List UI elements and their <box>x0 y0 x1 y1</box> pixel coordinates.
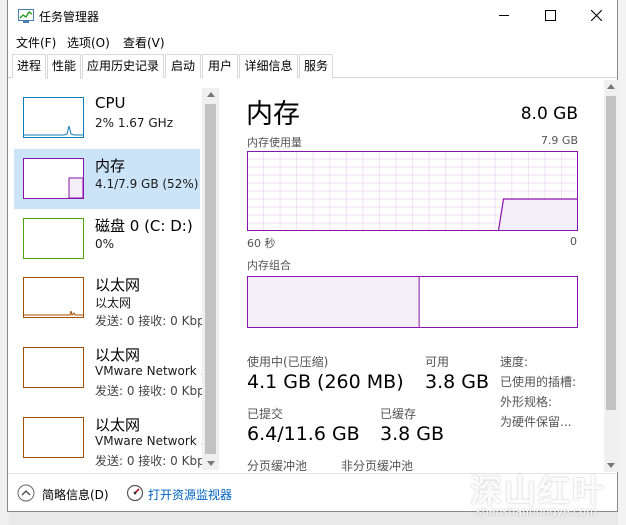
resource-monitor-icon <box>126 484 144 505</box>
cached-value: 3.8 GB <box>380 423 445 445</box>
disk-thumbnail-graph <box>23 218 84 259</box>
memory-composition-chart <box>247 276 578 328</box>
scroll-down-icon[interactable] <box>607 463 615 468</box>
tab-app-history[interactable]: 应用历史记录 <box>82 54 164 78</box>
sidebar-item-ethernet[interactable]: 以太网 以太网 发送: 0 接收: 0 Kbp <box>14 268 204 338</box>
composition-label: 内存组合 <box>247 259 291 272</box>
brief-chevron-icon[interactable] <box>17 484 35 505</box>
sidebar-item-cpu[interactable]: CPU 2% 1.67 GHz <box>14 88 200 148</box>
sidebar-item-name: CPU <box>95 94 126 112</box>
sidebar-item-detail: 2% 1.67 GHz <box>95 116 174 130</box>
minimize-button[interactable] <box>481 0 527 31</box>
ethernet-thumbnail-graph <box>23 277 84 318</box>
maximize-icon <box>544 10 556 21</box>
scroll-down-icon[interactable] <box>207 461 215 466</box>
sidebar-item-detail: VMware Network . <box>95 364 204 378</box>
menu-view[interactable]: 查看(V) <box>123 34 165 51</box>
sidebar-item-ethernet-vmware-1[interactable]: 以太网 VMware Network . 发送: 0 接收: 0 Kbp <box>14 338 204 408</box>
tab-bar: 进程 性能 应用历史记录 启动 用户 详细信息 服务 <box>8 54 617 79</box>
sidebar-scrollbar[interactable] <box>202 88 219 470</box>
maximize-button[interactable] <box>527 0 573 31</box>
tab-startup[interactable]: 启动 <box>165 54 201 78</box>
background-app-edge-right <box>618 0 626 525</box>
minimize-icon <box>498 15 509 16</box>
usage-graph-max: 7.9 GB <box>540 134 578 147</box>
sidebar-item-throughput: 发送: 0 接收: 0 Kbp <box>95 314 204 328</box>
sidebar-scroll-thumb[interactable] <box>205 104 216 454</box>
sidebar-item-name: 以太网 <box>95 276 141 294</box>
sidebar-item-name: 以太网 <box>95 346 141 364</box>
close-button[interactable] <box>573 0 619 31</box>
menu-bar: 文件(F) 选项(O) 查看(V) <box>8 31 617 51</box>
task-manager-app-icon <box>18 8 34 23</box>
graph-axis-left: 60 秒 <box>247 237 276 250</box>
memory-thumbnail-graph <box>23 158 84 199</box>
committed-value: 6.4/11.6 GB <box>247 423 360 445</box>
speed-label: 速度: <box>500 355 529 369</box>
main-scrollbar[interactable] <box>604 80 618 472</box>
committed-label: 已提交 <box>247 407 284 421</box>
scroll-up-icon[interactable] <box>207 92 215 97</box>
sidebar-item-name: 内存 <box>95 157 126 175</box>
sidebar-item-disk[interactable]: 磁盘 0 (C: D:) 0% <box>14 209 200 269</box>
sidebar-item-name: 以太网 <box>95 416 141 434</box>
sidebar-item-throughput: 发送: 0 接收: 0 Kbp <box>95 454 204 468</box>
paged-pool-label: 分页缓冲池 <box>247 459 308 473</box>
memory-total: 8.0 GB <box>520 104 578 124</box>
tab-details[interactable]: 详细信息 <box>239 54 298 78</box>
in-use-value: 4.1 GB (260 MB) <box>247 371 404 393</box>
brief-info-button[interactable]: 简略信息(D) <box>42 486 109 503</box>
sidebar-item-detail: 以太网 <box>95 296 132 310</box>
sidebar-item-detail: VMware Network . <box>95 434 204 448</box>
form-factor-label: 外形规格: <box>500 395 553 409</box>
memory-composition-bar <box>247 276 578 328</box>
menu-file[interactable]: 文件(F) <box>16 34 56 51</box>
task-manager-window: 任务管理器 文件(F) 选项(O) 查看(V) 进程 性能 应用历史记录 启动 … <box>7 0 618 512</box>
tab-services[interactable]: 服务 <box>299 54 333 78</box>
ethernet-thumbnail-graph <box>23 417 84 458</box>
in-use-label: 使用中(已压缩) <box>247 355 329 369</box>
menu-options[interactable]: 选项(O) <box>67 34 110 51</box>
tab-processes[interactable]: 进程 <box>12 54 46 78</box>
title-bar[interactable]: 任务管理器 <box>8 0 617 31</box>
performance-sidebar: CPU 2% 1.67 GHz 内存 4.1/7.9 GB (52%) 磁盘 0… <box>12 88 204 470</box>
graph-axis-right: 0 <box>570 235 577 248</box>
tab-performance[interactable]: 性能 <box>47 54 81 79</box>
memory-usage-graph <box>247 151 578 231</box>
sidebar-item-name: 磁盘 0 (C: D:) <box>95 217 193 235</box>
nonpaged-pool-label: 非分页缓冲池 <box>341 459 414 473</box>
scroll-up-icon[interactable] <box>607 84 615 89</box>
sidebar-item-memory[interactable]: 内存 4.1/7.9 GB (52%) <box>14 149 200 209</box>
open-resource-monitor-link[interactable]: 打开资源监视器 <box>148 486 232 503</box>
available-value: 3.8 GB <box>425 371 490 393</box>
composition-in-use <box>247 276 420 328</box>
page-title: 内存 <box>246 99 300 130</box>
sidebar-item-detail: 0% <box>95 237 115 251</box>
memory-usage-chart <box>247 151 578 231</box>
ethernet-thumbnail-graph <box>23 347 84 388</box>
usage-area <box>498 198 577 230</box>
slots-used-label: 已使用的插槽: <box>500 375 577 389</box>
window-title: 任务管理器 <box>39 10 100 24</box>
main-scroll-thumb[interactable] <box>606 96 616 410</box>
memory-detail-panel: 内存 8.0 GB 内存使用量 7.9 GB 60 秒 0 内存组合 使用中(已… <box>219 80 608 473</box>
sidebar-item-detail: 4.1/7.9 GB (52%) <box>95 177 199 191</box>
hardware-reserved-label: 为硬件保留... <box>500 415 572 429</box>
usage-graph-label: 内存使用量 <box>247 136 302 149</box>
close-icon <box>590 9 602 22</box>
watermark-url: shenshanhongye.com <box>476 505 597 518</box>
available-label: 可用 <box>425 355 450 369</box>
sidebar-item-throughput: 发送: 0 接收: 0 Kbp <box>95 384 204 398</box>
cpu-thumbnail-graph <box>23 97 84 138</box>
sidebar-item-ethernet-vmware-2[interactable]: 以太网 VMware Network . 发送: 0 接收: 0 Kbp <box>14 408 204 470</box>
tab-users[interactable]: 用户 <box>202 54 238 78</box>
cached-label: 已缓存 <box>380 407 417 421</box>
